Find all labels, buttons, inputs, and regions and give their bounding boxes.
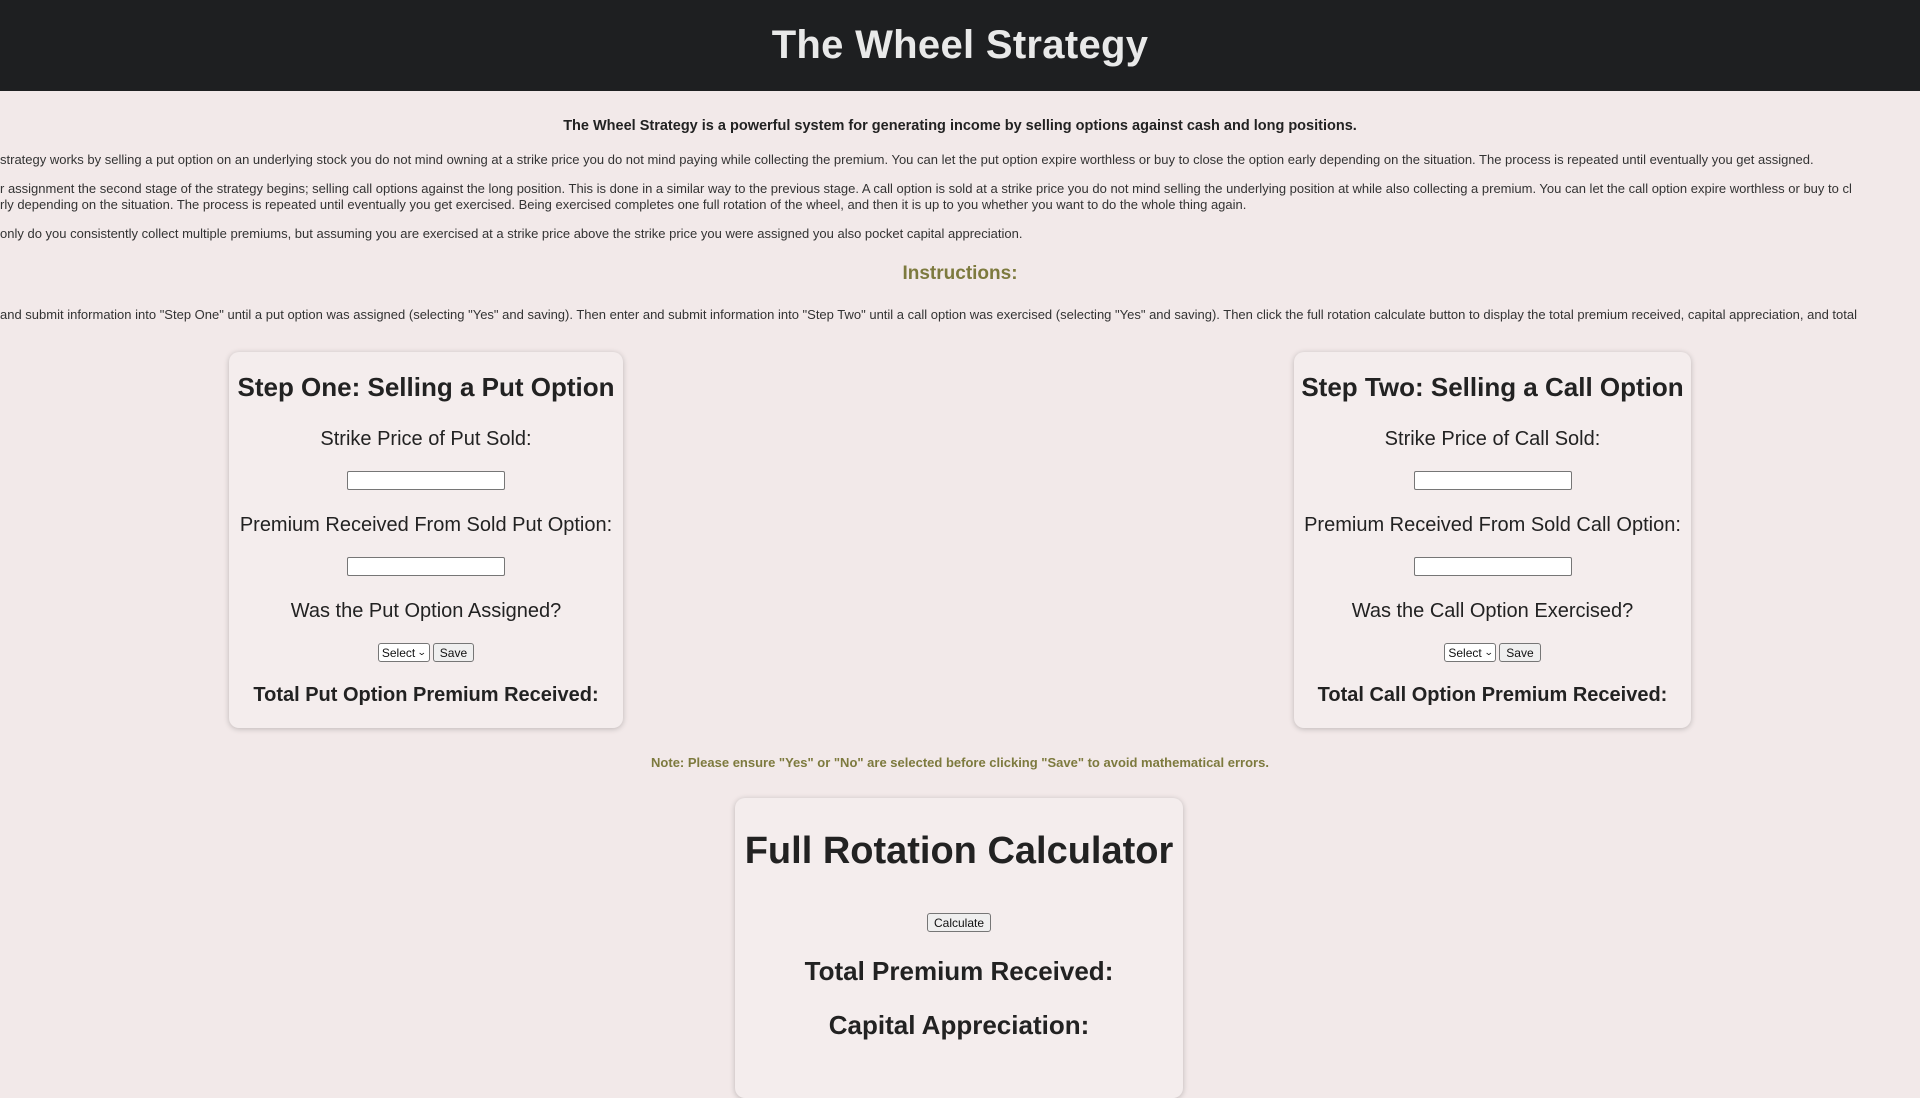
call-exercised-select[interactable]: Select ⌄ [1444,643,1497,662]
put-total-label: Total Put Option Premium Received: [253,684,599,706]
instructions-text-line: and submit information into "Step One" u… [0,307,1858,322]
intro-paragraph-1-text: strategy works by selling a put option o… [0,152,1814,167]
step-two-title: Step Two: Selling a Call Option [1301,372,1684,402]
chevron-down-icon: ⌄ [417,647,427,657]
capital-appreciation-label: Capital Appreciation: [828,1010,1090,1040]
calculator-card: Full Rotation Calculator Calculate Total… [735,798,1183,1098]
intro-paragraph-1: strategy works by selling a put option o… [0,152,1920,168]
chevron-down-icon: ⌄ [1483,647,1494,657]
put-save-button[interactable]: Save [432,643,475,662]
call-exercised-controls: Select ⌄ Save [1294,643,1691,662]
step-two-card: Step Two: Selling a Call Option Strike P… [1294,352,1691,728]
intro-paragraph-2: r assignment the second stage of the str… [0,181,1920,213]
call-strike-input[interactable] [1413,471,1572,490]
calculator-title: Full Rotation Calculator [744,830,1174,872]
put-strike-label: Strike Price of Put Sold: [320,428,532,450]
put-assigned-select[interactable]: Select ⌄ [377,643,430,662]
step-one-card: Step One: Selling a Put Option Strike Pr… [229,352,623,728]
calculator-controls: Calculate [735,913,1183,932]
save-note: Note: Please ensure "Yes" or "No" are se… [651,755,1269,770]
instructions-title: Instructions: [902,263,1018,284]
put-premium-label: Premium Received From Sold Put Option: [239,514,613,536]
calculate-button[interactable]: Calculate [926,913,992,932]
put-strike-input[interactable] [347,471,505,490]
call-total-label: Total Call Option Premium Received: [1317,684,1668,706]
call-premium-label: Premium Received From Sold Call Option: [1304,514,1681,536]
total-premium-label: Total Premium Received: [804,956,1114,986]
instructions-text: and submit information into "Step One" u… [0,307,1920,323]
intro-lead: The Wheel Strategy is a powerful system … [563,118,1357,134]
put-assigned-label: Was the Put Option Assigned? [290,600,562,622]
intro-paragraph-3: only do you consistently collect multipl… [0,226,1920,242]
call-strike-label: Strike Price of Call Sold: [1384,428,1601,450]
put-assigned-select-value: Select [381,645,416,660]
call-exercised-label: Was the Call Option Exercised? [1351,600,1634,622]
put-premium-input[interactable] [347,557,505,576]
intro-paragraph-2-line-2: rly depending on the situation. The proc… [0,197,1247,212]
call-save-button[interactable]: Save [1499,643,1541,662]
call-exercised-select-value: Select [1448,645,1482,660]
page-header: The Wheel Strategy [0,0,1920,91]
page-title: The Wheel Strategy [771,23,1149,67]
put-assigned-controls: Select ⌄ Save [229,643,623,662]
intro-paragraph-3-text: only do you consistently collect multipl… [0,226,1023,241]
step-one-title: Step One: Selling a Put Option [237,372,615,402]
call-premium-input[interactable] [1413,557,1572,576]
intro-paragraph-2-line-1: r assignment the second stage of the str… [0,181,1852,196]
